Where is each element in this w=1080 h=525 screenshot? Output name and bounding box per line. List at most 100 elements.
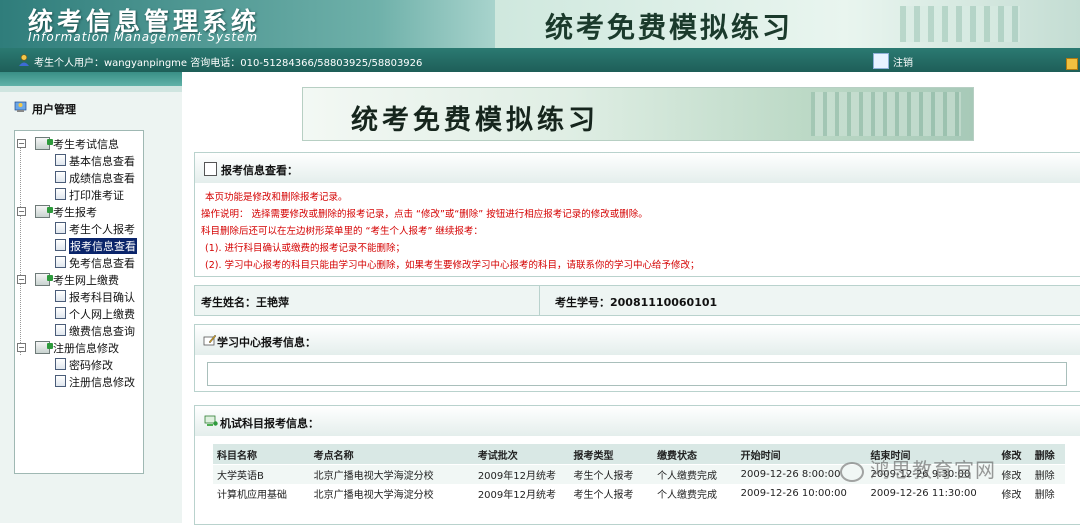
wechat-icon	[840, 461, 864, 482]
tree-item-payment-query[interactable]: 缴费信息查询	[69, 323, 135, 339]
info-note: (1). 进行科目确认或缴费的报考记录不能删除；	[205, 243, 405, 254]
document-icon	[55, 375, 66, 387]
folder-icon	[35, 205, 53, 218]
tree-item-scores[interactable]: 成绩信息查看	[69, 170, 135, 186]
column-header: 删除	[1030, 444, 1065, 465]
subject-name: 计算机应用基础	[213, 484, 310, 503]
document-icon	[55, 358, 66, 370]
payment-status: 个人缴费完成	[653, 484, 737, 503]
user-management-icon	[14, 101, 27, 112]
payment-status: 个人缴费完成	[653, 464, 737, 484]
tree-item-password[interactable]: 密码修改	[69, 357, 113, 373]
document-icon	[55, 239, 66, 251]
info-note: 操作说明： 选择需要修改或删除的报考记录，点击 “修改”或“删除” 按钮进行相应…	[201, 209, 648, 220]
column-header: 科目名称	[213, 444, 310, 465]
watermark-text: 鸿思教育官网	[870, 458, 996, 482]
collapse-icon[interactable]: −	[17, 207, 26, 216]
column-header: 缴费状态	[653, 444, 737, 465]
document-icon	[55, 307, 66, 319]
document-icon	[55, 256, 66, 268]
watermark: 鸿思教育官网	[840, 454, 996, 483]
folder-icon	[35, 341, 53, 354]
divider	[539, 286, 540, 315]
document-icon	[55, 290, 66, 302]
column-header: 考点名称	[309, 444, 474, 465]
sidebar-band-light	[0, 86, 182, 92]
tree-line	[20, 143, 21, 355]
exam-site: 北京广播电视大学海淀分校	[309, 484, 474, 503]
column-header: 考试批次	[473, 444, 570, 465]
document-icon	[55, 171, 66, 183]
practice-banner-text: 统考免费模拟练习	[351, 105, 599, 136]
nav-tree: − 考生考试信息 基本信息查看 成绩信息查看 打印准考证 − 考生报考 考生个人…	[14, 130, 144, 474]
registration-info-panel: 报考信息查看： 本页功能是修改和删除报考记录。 操作说明： 选择需要修改或删除的…	[194, 152, 1080, 277]
panel-title: 机试科目报考信息：	[220, 417, 319, 430]
sidebar-heading: 用户管理	[14, 101, 76, 117]
sidebar: 用户管理 − 考生考试信息 基本信息查看 成绩信息查看 打印准考证 − 考生报考…	[0, 72, 183, 523]
user-bar: 考生个人用户：wangyanpingme 咨询电话：010-51284366/5…	[0, 48, 1080, 72]
tree-item-subject-confirm[interactable]: 报考科目确认	[69, 289, 135, 305]
edit-link[interactable]: 修改	[997, 484, 1031, 503]
sidebar-heading-label: 用户管理	[32, 103, 76, 116]
column-header: 报考类型	[569, 444, 654, 465]
tree-item-exemption-view[interactable]: 免考信息查看	[69, 255, 135, 271]
computer-icon	[204, 415, 218, 426]
info-note: (2). 学习中心报考的科目只能由学习中心删除，如果考生要修改学习中心报考的科目…	[205, 260, 700, 271]
logout-icon[interactable]	[873, 53, 889, 69]
panel-header: 报考信息查看：	[195, 153, 1080, 183]
document-icon	[55, 154, 66, 166]
collapse-icon[interactable]: −	[17, 139, 26, 148]
folder-icon[interactable]	[1066, 58, 1078, 70]
note-icon	[204, 162, 217, 176]
info-note: 本页功能是修改和删除报考记录。	[205, 192, 348, 203]
student-name: 考生姓名：王艳萍	[201, 296, 289, 309]
logout-link[interactable]: 注销	[893, 54, 913, 69]
tree-item-personal-payment[interactable]: 个人网上缴费	[69, 306, 135, 322]
document-icon	[55, 324, 66, 336]
tree-item-basic-info[interactable]: 基本信息查看	[69, 153, 135, 169]
header-banner-graphic	[900, 6, 1020, 42]
start-time: 2009-12-26 10:00:00	[736, 484, 867, 503]
subject-name: 大学英语B	[213, 464, 310, 484]
registration-type: 考生个人报考	[569, 484, 654, 503]
sidebar-band	[0, 72, 182, 86]
tree-group-exam-info[interactable]: 考生考试信息	[53, 136, 119, 152]
panel-title: 报考信息查看：	[221, 164, 298, 177]
collapse-icon[interactable]: −	[17, 343, 26, 352]
exam-batch: 2009年12月统考	[473, 464, 570, 484]
folder-icon	[35, 273, 53, 286]
delete-link[interactable]: 删除	[1030, 464, 1065, 484]
column-header: 修改	[997, 444, 1031, 465]
document-icon	[55, 188, 66, 200]
folder-icon	[35, 137, 53, 150]
user-icon	[19, 54, 29, 66]
tree-group-online-payment[interactable]: 考生网上缴费	[53, 272, 119, 288]
panel-title: 学习中心报考信息：	[217, 336, 316, 349]
app-header: 统考信息管理系统 Information Management System 统…	[0, 0, 1080, 48]
document-icon	[55, 222, 66, 234]
student-id: 考生学号：20081110060101	[555, 296, 718, 309]
header-banner: 统考免费模拟练习	[495, 0, 1080, 48]
info-note: 科目删除后还可以在左边树形菜单里的 “考生个人报考” 继续报考：	[201, 226, 483, 237]
practice-banner[interactable]: 统考免费模拟练习	[302, 87, 974, 141]
app-subtitle: Information Management System	[28, 30, 259, 44]
tree-group-profile-edit[interactable]: 注册信息修改	[53, 340, 119, 356]
panel-header: 学习中心报考信息：	[195, 325, 1080, 355]
edit-link[interactable]: 修改	[997, 464, 1031, 484]
tree-item-registration-view[interactable]: 报考信息查看	[69, 238, 137, 254]
tree-item-print-ticket[interactable]: 打印准考证	[69, 187, 124, 203]
tree-item-personal-registration[interactable]: 考生个人报考	[69, 221, 135, 237]
delete-link[interactable]: 删除	[1030, 484, 1065, 503]
tree-item-profile[interactable]: 注册信息修改	[69, 374, 135, 390]
collapse-icon[interactable]: −	[17, 275, 26, 284]
tree-group-registration[interactable]: 考生报考	[53, 204, 97, 220]
end-time: 2009-12-26 11:30:00	[866, 484, 998, 503]
center-registration-panel: 学习中心报考信息：	[194, 324, 1080, 392]
exam-batch: 2009年12月统考	[473, 484, 570, 503]
user-info-text: 考生个人用户：wangyanpingme 咨询电话：010-51284366/5…	[34, 58, 423, 69]
header-banner-text: 统考免费模拟练习	[545, 11, 794, 44]
student-info-row: 考生姓名：王艳萍 考生学号：20081110060101	[194, 285, 1080, 316]
pencil-icon	[203, 334, 217, 346]
practice-banner-graphic	[811, 92, 961, 136]
registration-type: 考生个人报考	[569, 464, 654, 484]
